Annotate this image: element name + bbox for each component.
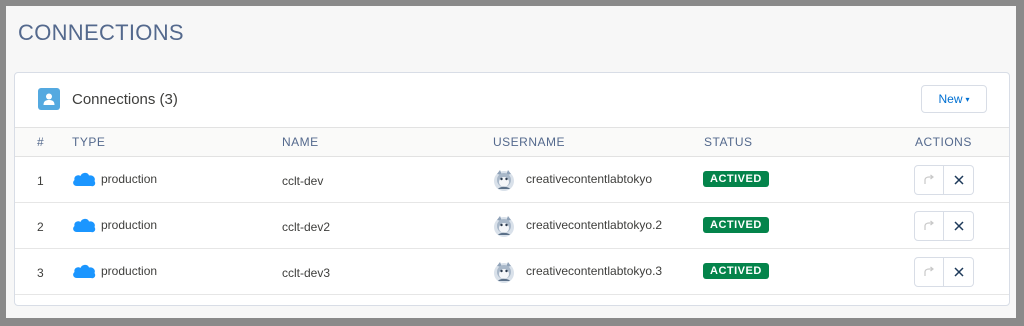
connection-username: creativecontentlabtokyo.2 [526,218,663,232]
table-header: # TYPE NAME USERNAME STATUS ACTIONS [15,127,1009,157]
connection-type: production [101,172,158,186]
row-number: 3 [37,266,44,280]
header-name: NAME [282,135,319,149]
header-type: TYPE [72,135,106,149]
status-badge: ACTIVED [703,171,769,187]
connection-type: production [101,264,158,278]
salesforce-cloud-icon [73,218,96,233]
connection-username: creativecontentlabtokyo.3 [526,264,663,278]
card-header: Connections (3) New ▾ [15,73,1009,127]
header-actions: ACTIONS [915,135,972,149]
connections-card: Connections (3) New ▾ # TYPE NAME USERNA… [14,72,1010,306]
avatar [494,262,514,283]
table-row: 2 production cclt-dev2 creativecontentla… [15,203,1009,249]
new-button-label: New [938,92,963,106]
delete-button[interactable] [944,211,974,241]
refresh-icon [924,174,934,184]
connection-username: creativecontentlabtokyo [526,172,653,186]
chevron-down-icon: ▾ [965,94,970,104]
status-badge: ACTIVED [703,217,769,233]
card-title: Connections (3) [72,91,178,108]
refresh-icon [924,220,934,230]
refresh-button[interactable] [914,257,944,287]
delete-button[interactable] [944,165,974,195]
connection-name: cclt-dev2 [282,220,331,234]
new-button[interactable]: New ▾ [921,85,987,113]
salesforce-cloud-icon [73,172,96,187]
close-icon [953,221,964,231]
delete-button[interactable] [944,257,974,287]
header-status: STATUS [704,135,753,149]
connections-page: CONNECTIONS Connections (3) New ▾ # TYPE… [6,6,1016,318]
status-badge: ACTIVED [703,263,769,279]
close-icon [953,267,964,277]
table-row: 1 production cclt-dev creativecontentlab… [15,157,1009,203]
page-title: CONNECTIONS [18,20,184,45]
connection-name: cclt-dev [282,174,324,188]
close-icon [953,175,964,185]
salesforce-cloud-icon [73,264,96,279]
avatar [494,216,514,237]
connection-type: production [101,218,158,232]
row-number: 2 [37,220,44,234]
user-icon [38,88,60,110]
header-num: # [37,135,45,149]
connection-name: cclt-dev3 [282,266,331,280]
table-row: 3 production cclt-dev3 creativecontentla… [15,249,1009,295]
header-username: USERNAME [493,135,566,149]
refresh-button[interactable] [914,165,944,195]
row-number: 1 [37,174,44,188]
refresh-icon [924,266,934,276]
refresh-button[interactable] [914,211,944,241]
avatar [494,170,514,191]
